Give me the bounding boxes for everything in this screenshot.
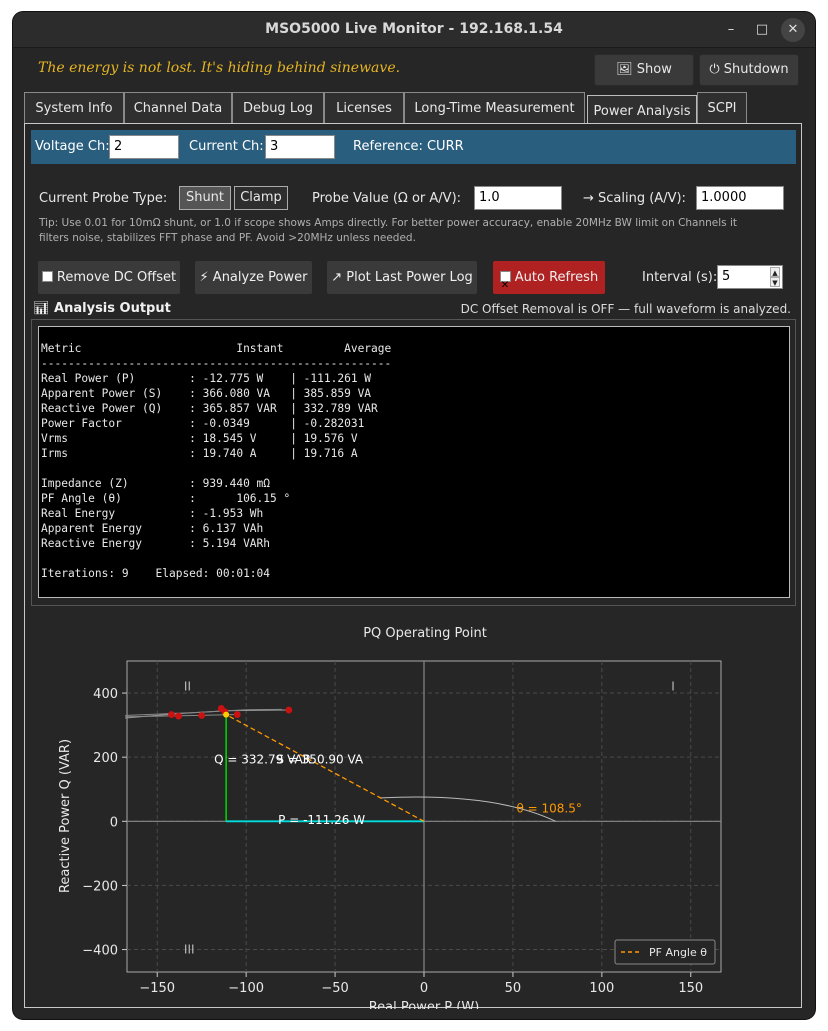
quadrant-label-i: I: [671, 680, 675, 694]
chart-line-icon: ↗: [331, 270, 343, 285]
scaling-input[interactable]: 1.0000: [696, 186, 784, 210]
current-ch-input[interactable]: 3: [265, 135, 335, 159]
dc-offset-status: DC Offset Removal is OFF — full waveform…: [460, 302, 791, 316]
clamp-toggle[interactable]: Clamp: [234, 186, 288, 210]
app-window: MSO5000 Live Monitor - 192.168.1.54 – □ …: [13, 12, 815, 1019]
x-tick-label: 0: [420, 981, 428, 996]
remove-dc-checkbox-box[interactable]: [41, 271, 53, 282]
analyze-power-label: Analyze Power: [212, 270, 308, 285]
plot-log-label: Plot Last Power Log: [346, 270, 473, 285]
probe-type-label: Current Probe Type:: [39, 191, 168, 206]
history-point: [285, 706, 293, 714]
power-analysis-panel: Voltage Ch: 2 Current Ch: 3 Reference: C…: [24, 123, 802, 1009]
chart-title: PQ Operating Point: [363, 626, 487, 641]
x-tick-label: −50: [321, 981, 348, 996]
auto-refresh-label: Auto Refresh: [514, 270, 599, 285]
close-icon[interactable]: ✕: [781, 18, 805, 42]
remove-dc-offset-checkbox[interactable]: Remove DC Offset: [38, 261, 180, 294]
pq-chart: PQ Operating Point −150 −100 −50 0 50 100 150 −…: [58, 626, 722, 1009]
x-axis-label: Real Power P (W): [369, 1000, 480, 1009]
scaling-label: → Scaling (A/V):: [583, 191, 686, 206]
channel-bar: Voltage Ch: 2 Current Ch: 3 Reference: C…: [31, 130, 796, 164]
analysis-output-frame: Metric Instant Average -----------------…: [31, 319, 796, 606]
x-tick-label: −100: [228, 981, 264, 996]
tab-scpi[interactable]: SCPI: [697, 92, 747, 125]
auto-refresh-checkbox-box[interactable]: [499, 269, 511, 302]
y-tick-label: 0: [110, 815, 118, 830]
quadrant-label-iii: III: [184, 943, 195, 957]
voltage-ch-label: Voltage Ch:: [35, 139, 110, 154]
legend-entry: PF Angle θ: [649, 946, 707, 959]
history-point: [175, 712, 182, 720]
probe-tip: Tip: Use 0.01 for 10mΩ shunt, or 1.0 if …: [39, 217, 738, 244]
reference-label: Reference: CURR: [353, 139, 464, 154]
tab-debug-log[interactable]: Debug Log: [232, 92, 324, 125]
history-point: [233, 711, 241, 718]
x-tick-label: −150: [139, 981, 175, 996]
tagline: The energy is not lost. It's hiding behi…: [38, 60, 401, 76]
tab-power-analysis[interactable]: Power Analysis: [587, 95, 697, 126]
y-tick-label: 400: [93, 687, 118, 702]
x-tick-label: 50: [505, 981, 522, 996]
operating-point: [223, 711, 230, 718]
shunt-toggle[interactable]: Shunt: [179, 186, 231, 210]
tab-channel-data[interactable]: Channel Data: [124, 92, 232, 125]
analysis-output-title: 📊︎ Analysis Output: [33, 301, 171, 316]
x-tick-label: 150: [678, 981, 703, 996]
show-button[interactable]: 🖼 Show: [594, 54, 694, 86]
spin-up-icon[interactable]: ▲: [770, 267, 780, 277]
auto-refresh-toggle[interactable]: Auto Refresh: [493, 261, 605, 302]
quadrant-label-ii: II: [184, 680, 191, 694]
current-ch-label: Current Ch:: [189, 139, 264, 154]
history-point: [198, 712, 206, 719]
chart-legend: PF Angle θ: [614, 939, 716, 965]
analysis-output-label: Analysis Output: [54, 301, 171, 316]
tab-licenses[interactable]: Licenses: [324, 92, 404, 125]
image-icon: 🖼: [616, 62, 633, 77]
remove-dc-label: Remove DC Offset: [56, 270, 177, 285]
y-tick-label: 200: [93, 751, 118, 766]
tab-long-time-measurement[interactable]: Long-Time Measurement: [404, 92, 585, 125]
tab-system-info[interactable]: System Info: [24, 92, 124, 125]
shutdown-button-label: Shutdown: [723, 62, 789, 77]
y-tick-label: −200: [82, 879, 118, 894]
window-title: MSO5000 Live Monitor - 192.168.1.54: [265, 21, 563, 37]
history-point: [168, 711, 175, 718]
voltage-ch-input[interactable]: 2: [109, 135, 179, 159]
interval-value: 5: [722, 269, 731, 284]
theta-label: θ = 108.5°: [516, 801, 581, 815]
analysis-console: Metric Instant Average -----------------…: [38, 326, 790, 598]
x-tick-label: 100: [589, 981, 614, 996]
power-icon: ⏻: [709, 62, 720, 77]
interval-label: Interval (s):: [642, 270, 718, 285]
show-button-label: Show: [636, 62, 672, 77]
probe-value-label: Probe Value (Ω or A/V):: [312, 191, 462, 206]
plot-last-power-log-button[interactable]: ↗ Plot Last Power Log: [327, 261, 477, 294]
p-label: P = -111.26 W: [278, 813, 365, 827]
maximize-icon[interactable]: □: [750, 18, 774, 42]
interval-spinbox[interactable]: 5 ▲ ▼: [717, 265, 783, 289]
spin-down-icon[interactable]: ▼: [770, 277, 780, 287]
analyze-power-button[interactable]: ⚡︎ Analyze Power: [195, 261, 312, 294]
s-label: S = 350.90 VA: [276, 753, 364, 767]
title-bar: MSO5000 Live Monitor - 192.168.1.54 – □ …: [13, 12, 815, 48]
minimize-icon[interactable]: –: [719, 18, 743, 42]
y-tick-label: −400: [82, 944, 118, 959]
shutdown-button[interactable]: ⏻ Shutdown: [699, 54, 799, 86]
lightning-icon: ⚡︎: [199, 270, 209, 285]
bar-chart-icon: 📊︎: [33, 301, 50, 316]
probe-value-input[interactable]: 1.0: [474, 186, 562, 210]
y-axis-label: Reactive Power Q (VAR): [58, 739, 73, 893]
